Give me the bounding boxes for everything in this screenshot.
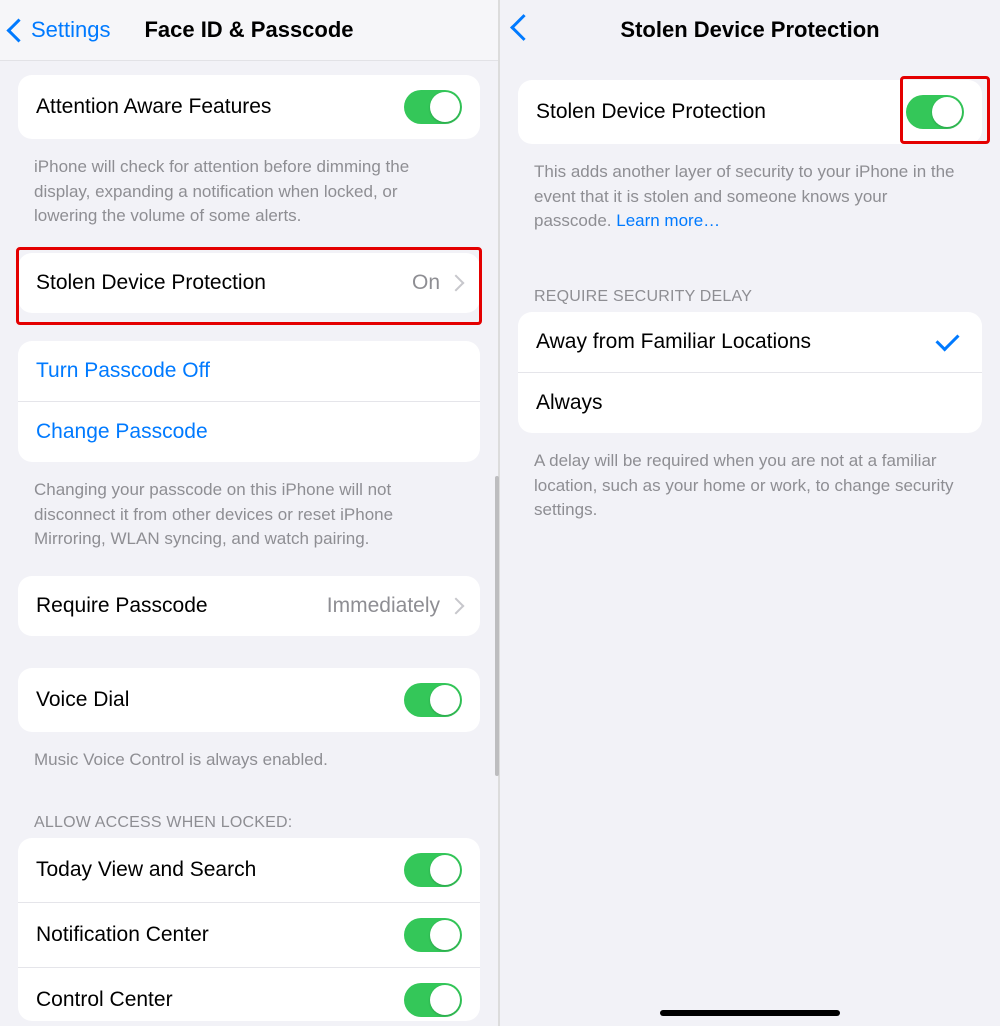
turn-passcode-off-row[interactable]: Turn Passcode Off [18,341,480,401]
attention-group: Attention Aware Features [18,75,480,139]
stolen-device-protection-row[interactable]: Stolen Device Protection On [18,253,480,313]
nav-bar: Stolen Device Protection [500,0,1000,60]
sdp-toggle-label: Stolen Device Protection [536,100,766,124]
sdp-value: On [412,271,440,295]
sdp-toggle-group: Stolen Device Protection [518,80,982,144]
attention-aware-row[interactable]: Attention Aware Features [18,75,480,139]
passcode-group: Turn Passcode Off Change Passcode [18,341,480,462]
turn-passcode-off-label: Turn Passcode Off [36,359,210,383]
learn-more-link[interactable]: Learn more… [616,211,720,230]
sdp-toggle-row[interactable]: Stolen Device Protection [518,80,982,144]
nav-bar: Settings Face ID & Passcode [0,0,498,61]
voice-dial-row[interactable]: Voice Dial [18,668,480,732]
today-view-row[interactable]: Today View and Search [18,838,480,902]
sdp-toggle[interactable] [906,95,964,129]
chevron-left-icon [510,14,537,41]
away-label: Away from Familiar Locations [536,330,811,354]
page-title: Stolen Device Protection [620,17,879,43]
require-group: Require Passcode Immediately [18,576,480,636]
control-center-label: Control Center [36,988,173,1012]
delay-footer: A delay will be required when you are no… [500,443,1000,547]
sdp-footer: This adds another layer of security to y… [500,154,1000,258]
attention-footer: iPhone will check for attention before d… [0,149,498,253]
delay-group: Away from Familiar Locations Always [518,312,982,433]
voice-dial-label: Voice Dial [36,688,129,712]
voice-dial-toggle[interactable] [404,683,462,717]
chevron-right-icon [448,597,465,614]
require-passcode-row[interactable]: Require Passcode Immediately [18,576,480,636]
attention-aware-label: Attention Aware Features [36,95,271,119]
away-row[interactable]: Away from Familiar Locations [518,312,982,372]
notification-center-toggle[interactable] [404,918,462,952]
today-view-toggle[interactable] [404,853,462,887]
delay-header: REQUIRE SECURITY DELAY [500,258,1000,312]
allow-access-header: ALLOW ACCESS WHEN LOCKED: [0,796,498,838]
sdp-footer-text: This adds another layer of security to y… [534,162,955,230]
back-button[interactable]: Settings [10,17,111,43]
back-label: Settings [31,17,111,43]
home-indicator[interactable] [660,1010,840,1016]
page-title: Face ID & Passcode [144,17,353,43]
attention-aware-toggle[interactable] [404,90,462,124]
notification-center-label: Notification Center [36,923,209,947]
chevron-left-icon [6,18,30,42]
chevron-right-icon [448,274,465,291]
scrollbar[interactable] [495,476,499,776]
back-button[interactable] [514,18,537,42]
change-passcode-footer: Changing your passcode on this iPhone wi… [0,472,498,576]
always-row[interactable]: Always [518,372,982,433]
locked-access-group: Today View and Search Notification Cente… [18,838,480,1021]
require-passcode-label: Require Passcode [36,594,208,618]
sdp-label: Stolen Device Protection [36,271,266,295]
change-passcode-row[interactable]: Change Passcode [18,401,480,462]
control-center-toggle[interactable] [404,983,462,1017]
require-passcode-value: Immediately [327,594,440,618]
voice-group: Voice Dial [18,668,480,732]
voice-footer: Music Voice Control is always enabled. [0,742,498,797]
sdp-group: Stolen Device Protection On [18,253,480,313]
change-passcode-label: Change Passcode [36,420,208,444]
notification-center-row[interactable]: Notification Center [18,902,480,967]
checkmark-icon [935,328,959,352]
always-label: Always [536,391,603,415]
today-view-label: Today View and Search [36,858,256,882]
control-center-row[interactable]: Control Center [18,967,480,1021]
